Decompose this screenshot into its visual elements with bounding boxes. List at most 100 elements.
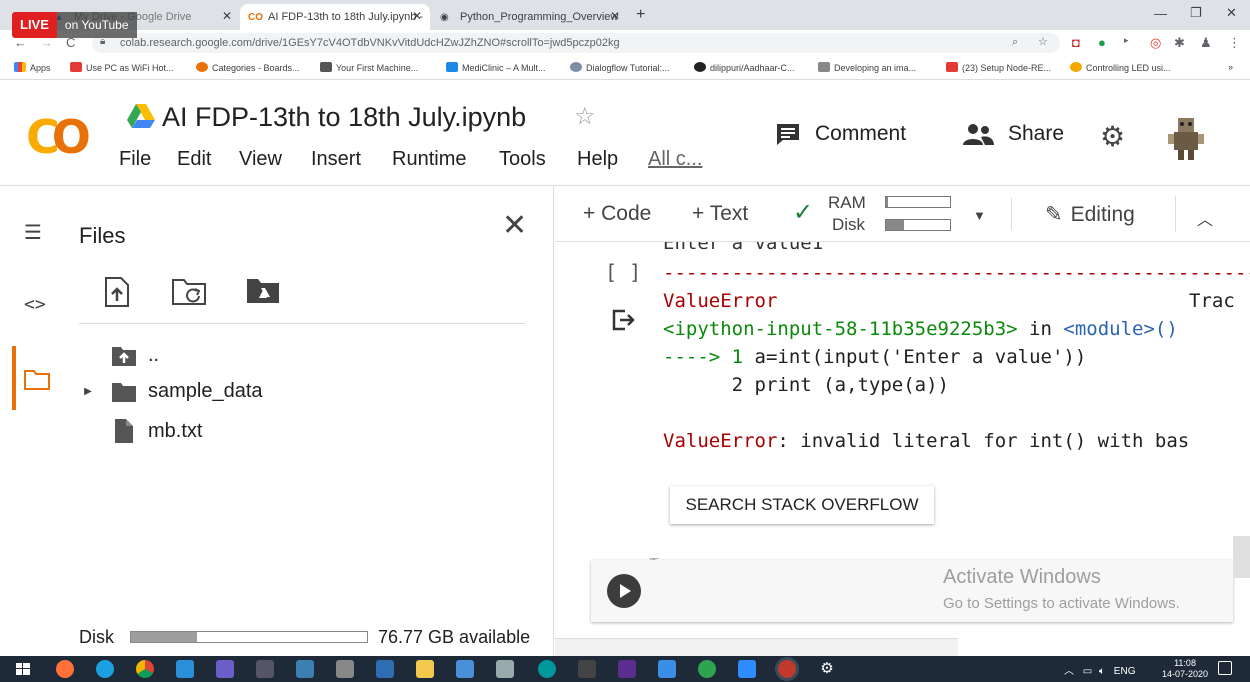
tree-item-sample-data[interactable]: ▶ sample_data bbox=[80, 380, 262, 403]
star-notebook-icon[interactable]: ☆ bbox=[574, 102, 596, 131]
bookmark-item[interactable]: (23) Setup Node-RE... bbox=[946, 62, 1051, 73]
menu-edit[interactable]: Edit bbox=[177, 148, 211, 171]
app-icon[interactable] bbox=[336, 660, 354, 678]
extension-icon[interactable]: ▸ bbox=[1124, 35, 1129, 46]
tab-python-overview[interactable]: ◉ Python_Programming_Overview ✕ bbox=[432, 4, 628, 30]
menu-runtime[interactable]: Runtime bbox=[392, 148, 466, 171]
app-icon[interactable] bbox=[456, 660, 474, 678]
close-tab-icon[interactable]: ✕ bbox=[610, 9, 620, 23]
close-tab-icon[interactable]: ✕ bbox=[222, 9, 232, 23]
file-explorer-icon[interactable] bbox=[416, 660, 434, 678]
adblock-extension-icon[interactable]: ◎ bbox=[1150, 35, 1161, 51]
code-cell[interactable]: Activate Windows Go to Settings to activ… bbox=[591, 560, 1233, 622]
share-button[interactable]: Share bbox=[962, 122, 1064, 146]
app-icon[interactable] bbox=[698, 660, 716, 678]
vertical-scrollbar[interactable] bbox=[1233, 536, 1250, 578]
battery-icon[interactable]: ▭ bbox=[1083, 666, 1092, 677]
resources-indicator[interactable]: RAM Disk bbox=[828, 192, 866, 236]
menu-insert[interactable]: Insert bbox=[311, 148, 361, 171]
bookmark-item[interactable]: Developing an ima... bbox=[818, 62, 916, 73]
visual-studio-icon[interactable] bbox=[618, 660, 636, 678]
bookmark-item[interactable]: MediClinic – A Mult... bbox=[446, 62, 546, 73]
add-text-cell-button[interactable]: + Text bbox=[692, 202, 748, 226]
app-icon[interactable] bbox=[296, 660, 314, 678]
output-actions-icon[interactable] bbox=[611, 308, 635, 332]
mail-icon[interactable] bbox=[176, 660, 194, 678]
upload-file-icon[interactable] bbox=[104, 276, 130, 308]
refresh-folder-icon[interactable] bbox=[171, 276, 207, 306]
restore-icon[interactable]: ❐ bbox=[1190, 5, 1202, 21]
pocket-extension-icon[interactable]: ◘ bbox=[1072, 35, 1080, 50]
editing-mode-button[interactable]: ✎ Editing bbox=[1045, 202, 1135, 227]
app-icon[interactable] bbox=[496, 660, 514, 678]
collapse-header-icon[interactable]: ︿ bbox=[1197, 206, 1213, 230]
menu-tools[interactable]: Tools bbox=[499, 148, 546, 171]
menu-view[interactable]: View bbox=[239, 148, 282, 171]
code-snippets-icon[interactable]: <> bbox=[24, 294, 46, 315]
address-bar[interactable]: 🔒︎ colab.research.google.com/drive/1GEsY… bbox=[92, 33, 1060, 53]
bookmark-star-icon[interactable]: ☆ bbox=[1038, 35, 1048, 48]
bookmarks-overflow-icon[interactable]: » bbox=[1228, 62, 1233, 72]
resources-dropdown-icon[interactable]: ▼ bbox=[973, 208, 986, 223]
expand-caret-icon[interactable]: ▶ bbox=[80, 386, 96, 397]
settings-gear-icon[interactable]: ⚙ bbox=[1100, 120, 1125, 153]
chrome-icon[interactable] bbox=[136, 660, 154, 678]
folder-icon[interactable] bbox=[24, 368, 50, 390]
bookmark-item[interactable]: Use PC as WiFi Hot... bbox=[70, 62, 174, 73]
firefox-icon[interactable] bbox=[56, 660, 74, 678]
arduino-icon[interactable] bbox=[538, 660, 556, 678]
edge-icon[interactable] bbox=[96, 660, 114, 678]
profile-icon[interactable]: ♟ bbox=[1200, 35, 1212, 51]
mount-drive-icon[interactable] bbox=[246, 276, 280, 304]
comment-button[interactable]: Comment bbox=[775, 122, 906, 146]
zoom-icon[interactable]: ⌕ bbox=[1012, 36, 1018, 49]
app-icon[interactable] bbox=[256, 660, 274, 678]
tab-colab[interactable]: CO AI FDP-13th to 18th July.ipynb - ✕ bbox=[240, 4, 430, 30]
menu-help[interactable]: Help bbox=[577, 148, 618, 171]
app-icon[interactable] bbox=[376, 660, 394, 678]
volume-icon[interactable]: 🔈︎ bbox=[1099, 666, 1105, 677]
new-tab-icon[interactable]: + bbox=[636, 6, 645, 24]
tree-item-parent-dir[interactable]: .. bbox=[80, 344, 159, 367]
clock[interactable]: 11:08 14-07-2020 bbox=[1162, 658, 1208, 680]
notebook-title[interactable]: AI FDP-13th to 18th July.ipynb bbox=[162, 102, 526, 133]
app-icon[interactable] bbox=[658, 660, 676, 678]
horizontal-scrollbar[interactable] bbox=[555, 638, 958, 656]
windows-start-icon[interactable] bbox=[14, 660, 32, 678]
app-icon[interactable] bbox=[216, 660, 234, 678]
grammarly-extension-icon[interactable]: ● bbox=[1098, 35, 1106, 50]
language-indicator[interactable]: ENG bbox=[1114, 666, 1136, 677]
apps-grid-icon bbox=[14, 62, 26, 72]
run-cell-button[interactable]: [ ] bbox=[605, 260, 641, 284]
close-tab-icon[interactable]: ✕ bbox=[412, 9, 422, 23]
bookmark-apps[interactable]: Apps bbox=[14, 62, 51, 73]
browser-menu-icon[interactable]: ⋮ bbox=[1228, 35, 1241, 51]
add-code-cell-button[interactable]: + Code bbox=[583, 202, 651, 226]
google-drive-icon[interactable] bbox=[127, 104, 155, 128]
tray-overflow-icon[interactable]: ︿ bbox=[1064, 666, 1074, 677]
run-cell-button[interactable] bbox=[607, 574, 641, 608]
puzzle-extensions-icon[interactable]: ✱ bbox=[1174, 35, 1185, 51]
avatar[interactable] bbox=[1162, 110, 1210, 160]
minimize-icon[interactable]: — bbox=[1154, 6, 1167, 21]
table-of-contents-icon[interactable]: ☰ bbox=[24, 220, 42, 245]
notifications-icon[interactable] bbox=[1218, 661, 1232, 675]
menu-file[interactable]: File bbox=[119, 148, 151, 171]
all-changes-saved-link[interactable]: All c... bbox=[648, 148, 702, 171]
bookmark-item[interactable]: Your First Machine... bbox=[320, 62, 418, 73]
bookmark-item[interactable]: dilippuri/Aadhaar-C... bbox=[694, 62, 795, 73]
windows-taskbar: ⚙ ︿ ▭ 🔈︎ ENG 11:08 14-07-2020 bbox=[0, 656, 1250, 682]
colab-logo[interactable]: CO bbox=[26, 110, 91, 164]
folder-icon bbox=[112, 382, 136, 402]
zoom-icon[interactable] bbox=[738, 660, 756, 678]
unity-icon[interactable] bbox=[578, 660, 596, 678]
close-panel-icon[interactable]: ✕ bbox=[502, 208, 527, 243]
search-stack-overflow-button[interactable]: SEARCH STACK OVERFLOW bbox=[670, 486, 934, 524]
bookmark-item[interactable]: Controlling LED usi... bbox=[1070, 62, 1171, 73]
close-window-icon[interactable]: ✕ bbox=[1226, 5, 1237, 21]
bookmark-item[interactable]: Categories - Boards... bbox=[196, 62, 300, 73]
chrome-active-icon[interactable] bbox=[778, 660, 796, 678]
tree-item-mb-txt[interactable]: mb.txt bbox=[80, 418, 202, 444]
bookmark-item[interactable]: Dialogflow Tutorial:... bbox=[570, 62, 670, 73]
settings-gear-icon[interactable]: ⚙ bbox=[818, 660, 836, 678]
